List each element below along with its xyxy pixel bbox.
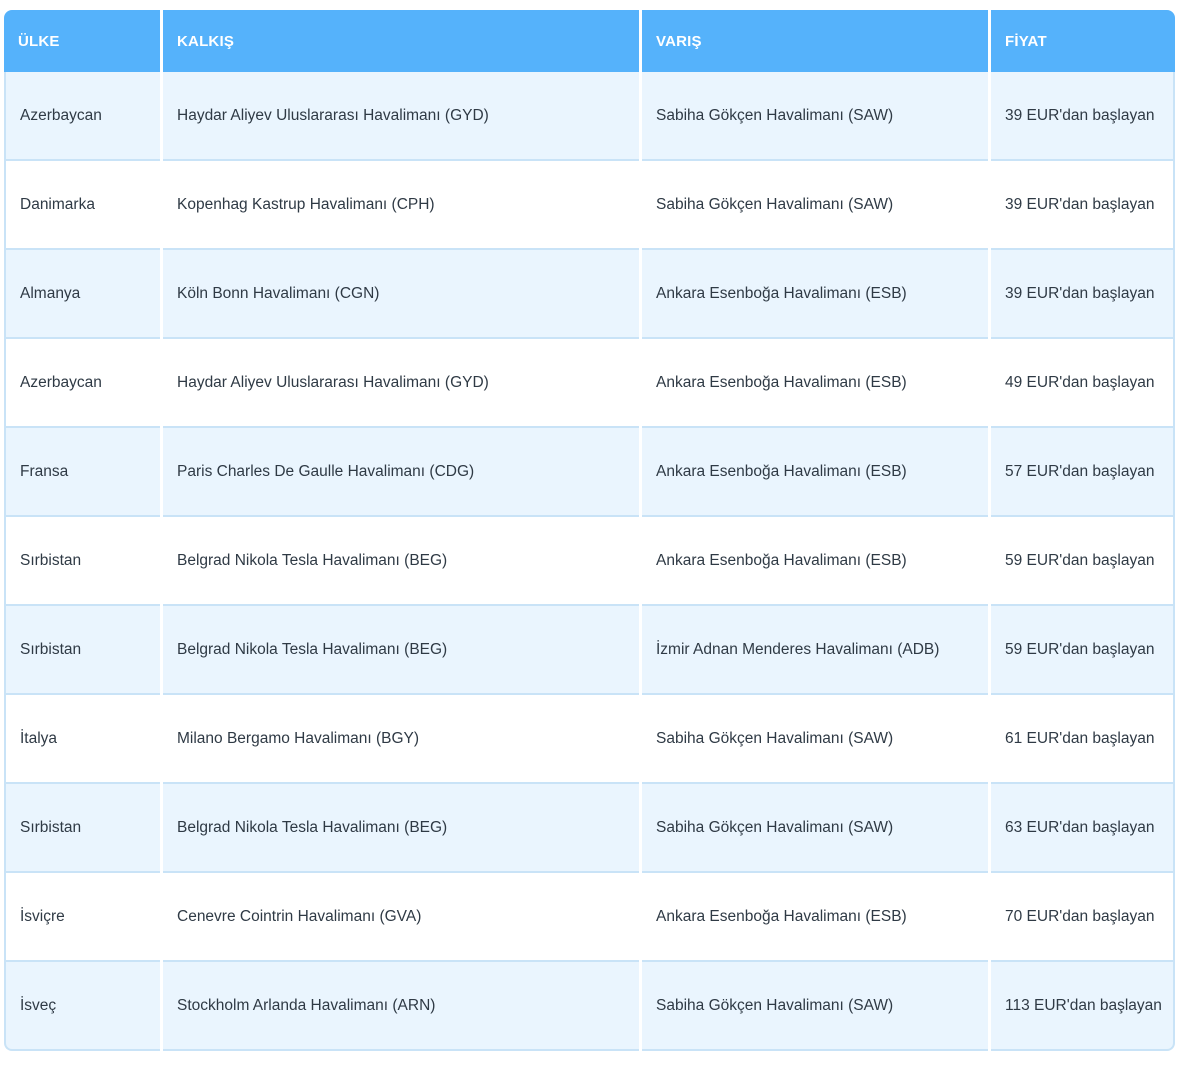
departure-airport-cell: Kopenhag Kastrup Havalimanı (CPH) — [163, 161, 639, 250]
arrival-airport-cell: İzmir Adnan Menderes Havalimanı (ADB) — [642, 606, 988, 695]
country-cell: İtalya — [4, 695, 160, 784]
departure-airport-cell: Belgrad Nikola Tesla Havalimanı (BEG) — [163, 784, 639, 873]
departure-airport-cell: Cenevre Cointrin Havalimanı (GVA) — [163, 873, 639, 962]
column-header-arrival: VARIŞ — [642, 10, 988, 72]
country-cell: Azerbaycan — [4, 72, 160, 161]
table-header: ÜLKE KALKIŞ VARIŞ FİYAT — [4, 10, 1175, 72]
price-cell: 39 EUR'dan başlayan — [991, 72, 1175, 161]
arrival-airport-cell: Sabiha Gökçen Havalimanı (SAW) — [642, 72, 988, 161]
table-row: Azerbaycan Haydar Aliyev Uluslararası Ha… — [4, 339, 1175, 428]
price-cell: 39 EUR'dan başlayan — [991, 161, 1175, 250]
table-row: Azerbaycan Haydar Aliyev Uluslararası Ha… — [4, 72, 1175, 161]
departure-airport-cell: Paris Charles De Gaulle Havalimanı (CDG) — [163, 428, 639, 517]
departure-airport-cell: Belgrad Nikola Tesla Havalimanı (BEG) — [163, 517, 639, 606]
price-cell: 113 EUR'dan başlayan — [991, 962, 1175, 1051]
departure-airport-cell: Köln Bonn Havalimanı (CGN) — [163, 250, 639, 339]
price-cell: 49 EUR'dan başlayan — [991, 339, 1175, 428]
departure-airport-cell: Stockholm Arlanda Havalimanı (ARN) — [163, 962, 639, 1051]
arrival-airport-cell: Ankara Esenboğa Havalimanı (ESB) — [642, 250, 988, 339]
price-cell: 59 EUR'dan başlayan — [991, 517, 1175, 606]
departure-airport-cell: Haydar Aliyev Uluslararası Havalimanı (G… — [163, 72, 639, 161]
departure-airport-cell: Milano Bergamo Havalimanı (BGY) — [163, 695, 639, 784]
country-cell: Fransa — [4, 428, 160, 517]
table-row: İsveç Stockholm Arlanda Havalimanı (ARN)… — [4, 962, 1175, 1051]
price-cell: 39 EUR'dan başlayan — [991, 250, 1175, 339]
table-row: Fransa Paris Charles De Gaulle Havaliman… — [4, 428, 1175, 517]
price-cell: 61 EUR'dan başlayan — [991, 695, 1175, 784]
country-cell: İsveç — [4, 962, 160, 1051]
table-row: Almanya Köln Bonn Havalimanı (CGN) Ankar… — [4, 250, 1175, 339]
table-row: Sırbistan Belgrad Nikola Tesla Havaliman… — [4, 784, 1175, 873]
flight-price-table: ÜLKE KALKIŞ VARIŞ FİYAT Azerbaycan Hayda… — [1, 10, 1178, 1051]
arrival-airport-cell: Ankara Esenboğa Havalimanı (ESB) — [642, 428, 988, 517]
arrival-airport-cell: Ankara Esenboğa Havalimanı (ESB) — [642, 873, 988, 962]
arrival-airport-cell: Sabiha Gökçen Havalimanı (SAW) — [642, 161, 988, 250]
country-cell: Danimarka — [4, 161, 160, 250]
arrival-airport-cell: Sabiha Gökçen Havalimanı (SAW) — [642, 962, 988, 1051]
arrival-airport-cell: Sabiha Gökçen Havalimanı (SAW) — [642, 695, 988, 784]
price-cell: 63 EUR'dan başlayan — [991, 784, 1175, 873]
table-row: İsviçre Cenevre Cointrin Havalimanı (GVA… — [4, 873, 1175, 962]
table-body: Azerbaycan Haydar Aliyev Uluslararası Ha… — [4, 72, 1175, 1051]
table-row: Sırbistan Belgrad Nikola Tesla Havaliman… — [4, 606, 1175, 695]
header-row: ÜLKE KALKIŞ VARIŞ FİYAT — [4, 10, 1175, 72]
country-cell: Azerbaycan — [4, 339, 160, 428]
column-header-price: FİYAT — [991, 10, 1175, 72]
flight-price-table-container: ÜLKE KALKIŞ VARIŞ FİYAT Azerbaycan Hayda… — [4, 10, 1175, 1051]
departure-airport-cell: Haydar Aliyev Uluslararası Havalimanı (G… — [163, 339, 639, 428]
departure-airport-cell: Belgrad Nikola Tesla Havalimanı (BEG) — [163, 606, 639, 695]
arrival-airport-cell: Ankara Esenboğa Havalimanı (ESB) — [642, 339, 988, 428]
country-cell: Almanya — [4, 250, 160, 339]
column-header-country: ÜLKE — [4, 10, 160, 72]
table-row: İtalya Milano Bergamo Havalimanı (BGY) S… — [4, 695, 1175, 784]
price-cell: 70 EUR'dan başlayan — [991, 873, 1175, 962]
country-cell: Sırbistan — [4, 606, 160, 695]
arrival-airport-cell: Sabiha Gökçen Havalimanı (SAW) — [642, 784, 988, 873]
price-cell: 59 EUR'dan başlayan — [991, 606, 1175, 695]
country-cell: Sırbistan — [4, 784, 160, 873]
country-cell: İsviçre — [4, 873, 160, 962]
country-cell: Sırbistan — [4, 517, 160, 606]
table-row: Sırbistan Belgrad Nikola Tesla Havaliman… — [4, 517, 1175, 606]
column-header-departure: KALKIŞ — [163, 10, 639, 72]
table-row: Danimarka Kopenhag Kastrup Havalimanı (C… — [4, 161, 1175, 250]
price-cell: 57 EUR'dan başlayan — [991, 428, 1175, 517]
arrival-airport-cell: Ankara Esenboğa Havalimanı (ESB) — [642, 517, 988, 606]
